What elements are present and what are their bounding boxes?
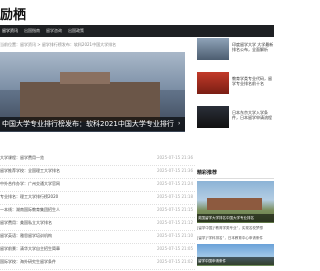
nav-item-study-news[interactable]: 留学资讯: [2, 25, 18, 37]
news-item[interactable]: 一本线：湖南国际教育集团招生人 2025-07-15 21:15: [0, 204, 195, 218]
news-title[interactable]: 留学推荐学校：全国理工大学排名: [0, 168, 60, 174]
news-item[interactable]: 留学英语：雅思留学培训机构 2025-07-15 21:10: [0, 230, 195, 244]
main-navigation: 留学资讯 出国指南 留学咨询 出国政策: [0, 25, 274, 37]
site-title[interactable]: 励栖: [0, 4, 26, 23]
news-title[interactable]: 一本线：湖南国际教育集团招生人: [0, 207, 60, 213]
recommend-caption[interactable]: 留学中国申请条件: [198, 259, 226, 264]
slider-prev-icon[interactable]: ‹: [2, 120, 4, 127]
recommend-heading: 精彩推荐: [197, 170, 218, 176]
news-title[interactable]: 留学英语：雅思留学培训机构: [0, 233, 52, 239]
recommend-caption-bar[interactable]: 留学中国申请条件: [197, 257, 274, 265]
sidebar-thumbnail[interactable]: [197, 72, 229, 94]
hero-building-roof: [60, 72, 110, 84]
recommend-caption-bar[interactable]: 英国留学大学排名中国大学专业排名: [197, 214, 274, 222]
sidebar-thumbnail[interactable]: [197, 106, 229, 128]
sidebar-article-title[interactable]: 日本东京大学入学条件，日本留学申请流程: [232, 110, 274, 120]
news-title[interactable]: 留学前景：清华大学自主招生简章: [0, 246, 60, 252]
slider-next-icon[interactable]: ›: [178, 120, 180, 127]
news-item[interactable]: 专业排名：理工大学排行榜2020 2025-07-15 21:18: [0, 191, 195, 205]
nav-item-consult[interactable]: 留学咨询: [46, 25, 62, 37]
recommend-building: [207, 198, 262, 210]
news-item[interactable]: 留学费用：美国私立大学排名 2025-07-15 21:12: [0, 217, 195, 231]
news-date: 2025-07-15 21:12: [156, 220, 193, 225]
site-header: 励栖: [0, 0, 274, 25]
news-date: 2025-07-15 21:10: [156, 233, 193, 238]
news-item[interactable]: 大学课程：留学费用一览 2025-07-15 21:36: [0, 152, 195, 166]
news-date: 2025-07-15 21:36: [156, 168, 193, 173]
news-item[interactable]: 中外合作办学：广州交通大学官网 2025-07-15 21:24: [0, 178, 195, 192]
hero-caption[interactable]: 中国大学专业排行榜发布：软科2021中国大学专业排行: [2, 119, 174, 129]
recommend-text[interactable]: [留学]“学科排名”，日本教育中心申请条件: [197, 236, 274, 241]
recommend-caption[interactable]: 英国留学大学排名中国大学专业排名: [198, 216, 254, 221]
news-date: 2025-07-15 21:15: [156, 207, 193, 212]
sidebar-article-title[interactable]: 教育学类专业代码，留学专业排名前十名: [232, 76, 274, 86]
sidebar-thumbnail[interactable]: [197, 38, 229, 60]
news-item[interactable]: 国际学校：海外研究生留学条件 2025-07-15 21:02: [0, 256, 195, 270]
news-date: 2025-07-15 21:02: [156, 259, 193, 264]
breadcrumb: 当前位置：留学资讯 > 留学排行榜发布：软科2021中国大学排名: [0, 42, 117, 47]
news-date: 2025-07-15 21:18: [156, 194, 193, 199]
hero-caption-bar[interactable]: 中国大学专业排行榜发布：软科2021中国大学专业排行: [0, 117, 185, 131]
nav-item-policy[interactable]: 出国政策: [68, 25, 84, 37]
news-title[interactable]: 国际学校：海外研究生留学条件: [0, 259, 56, 265]
nav-item-guide[interactable]: 出国指南: [24, 25, 40, 37]
hero-building: [20, 82, 160, 122]
news-title[interactable]: 专业排名：理工大学排行榜2020: [0, 194, 58, 200]
news-title[interactable]: 中外合作办学：广州交通大学官网: [0, 181, 60, 187]
news-item[interactable]: 留学推荐学校：全国理工大学排名 2025-07-15 21:36: [0, 165, 195, 179]
news-item[interactable]: 留学前景：清华大学自主招生简章 2025-07-15 21:05: [0, 243, 195, 257]
news-date: 2025-07-15 21:24: [156, 181, 193, 186]
recommend-text[interactable]: [留学中国]“教育学类专业”，实现名校梦想: [197, 226, 274, 231]
news-title[interactable]: 留学费用：美国私立大学排名: [0, 220, 52, 226]
recommend-section-header: 精彩推荐: [197, 168, 274, 179]
sidebar-article-title[interactable]: 印度留学大学 大学最新排名公布，全面解析: [232, 42, 274, 52]
news-date: 2025-07-15 21:36: [156, 155, 193, 160]
news-title[interactable]: 大学课程：留学费用一览: [0, 155, 44, 161]
news-date: 2025-07-15 21:05: [156, 246, 193, 251]
